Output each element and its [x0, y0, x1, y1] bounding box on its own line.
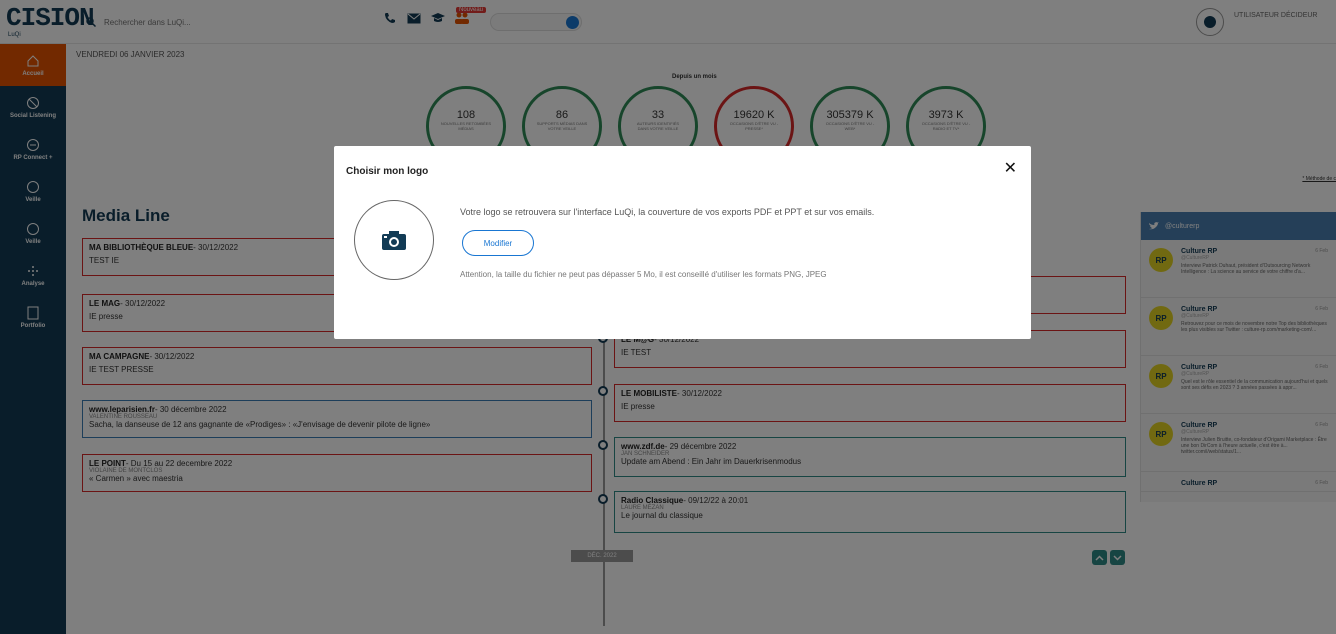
modal-warning: Attention, la taille du fichier ne peut … [460, 270, 827, 279]
modal-description: Votre logo se retrouvera sur l'interface… [460, 207, 875, 217]
close-icon[interactable]: ✕ [1004, 158, 1017, 178]
logo-placeholder[interactable] [354, 200, 434, 280]
camera-icon [382, 231, 406, 250]
choose-logo-modal: Choisir mon logo ✕ Votre logo se retrouv… [334, 146, 1031, 339]
modal-title: Choisir mon logo [346, 166, 429, 177]
modify-button[interactable]: Modifier [462, 230, 534, 256]
